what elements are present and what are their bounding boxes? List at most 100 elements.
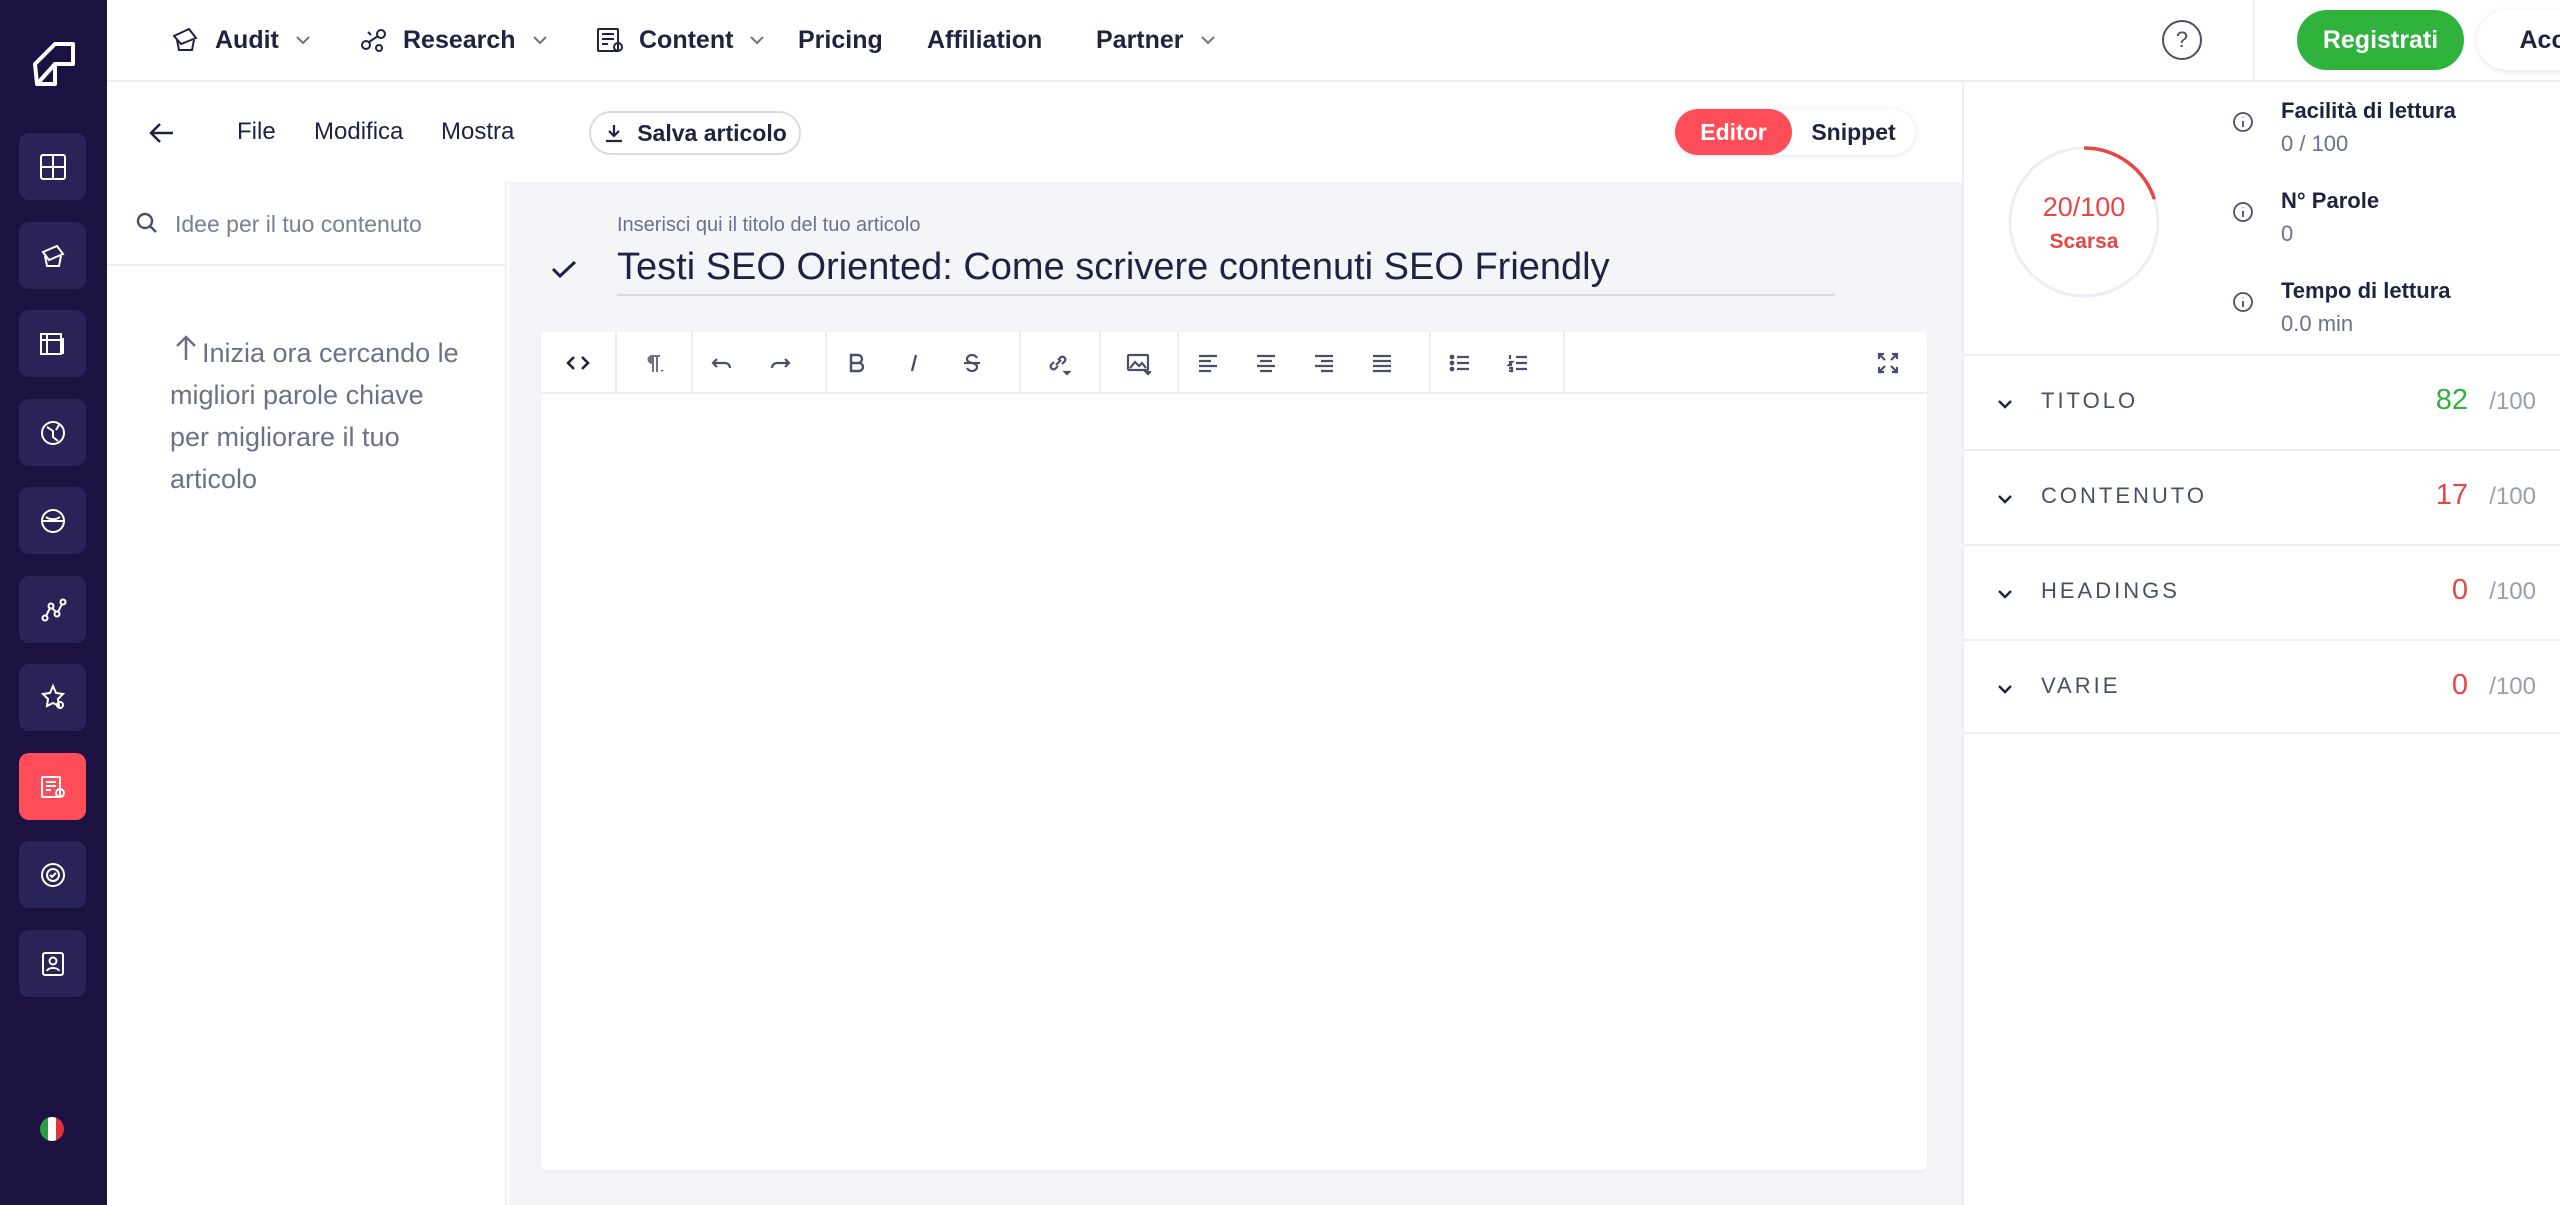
- sidebar-compass[interactable]: [19, 487, 86, 554]
- sidebar-content-grid[interactable]: [19, 310, 86, 377]
- info-icon[interactable]: [2231, 110, 2255, 134]
- sidebar-dashboard[interactable]: [19, 133, 86, 200]
- category-headings[interactable]: HEADINGS 0 /100: [1964, 544, 2560, 639]
- category-score: 82: [2435, 384, 2468, 416]
- view-toggle: Editor Snippet: [1675, 109, 1915, 155]
- ideas-hint-text: Inizia ora cercando le migliori parole c…: [170, 338, 459, 494]
- checkmark-icon: [551, 260, 577, 279]
- metric-readability-label: Facilità di lettura: [2281, 98, 2456, 123]
- category-max: /100: [2489, 578, 2536, 605]
- category-titolo[interactable]: TITOLO 82 /100: [1964, 354, 2560, 449]
- network-icon: [41, 598, 66, 621]
- bullet-list-button[interactable]: [1431, 332, 1489, 394]
- sidebar-target[interactable]: [19, 841, 86, 908]
- align-left-button[interactable]: [1179, 332, 1237, 394]
- article-title-input[interactable]: Testi SEO Oriented: Come scrivere conten…: [617, 246, 1835, 296]
- align-center-button[interactable]: [1237, 332, 1295, 394]
- strikethrough-icon: [964, 353, 980, 373]
- category-name: VARIE: [2041, 673, 2121, 698]
- category-max: /100: [2489, 483, 2536, 510]
- bullet-list-icon: [1449, 354, 1469, 372]
- register-button[interactable]: Registrati: [2297, 10, 2464, 70]
- category-varie[interactable]: VARIE 0 /100: [1964, 639, 2560, 734]
- bold-icon: [849, 353, 865, 373]
- sidebar-article-editor[interactable]: [19, 753, 86, 820]
- rich-text-editor[interactable]: [541, 332, 1927, 1170]
- italic-icon: [910, 354, 918, 372]
- fullscreen-button[interactable]: [1851, 332, 1925, 394]
- metric-reading-time-value: 0.0 min: [2281, 311, 2354, 336]
- download-icon: [606, 125, 623, 143]
- sidebar-star-settings[interactable]: [19, 664, 86, 731]
- category-max: /100: [2489, 673, 2536, 700]
- italic-button[interactable]: [885, 332, 943, 394]
- save-article-button[interactable]: Salva articolo: [589, 111, 801, 155]
- sidebar-audit[interactable]: [19, 222, 86, 289]
- sidebar-network[interactable]: [19, 576, 86, 643]
- nav-affiliation-label: Affiliation: [927, 25, 1043, 54]
- metric-word-count-label: N° Parole: [2281, 188, 2380, 213]
- image-button[interactable]: [1101, 332, 1175, 394]
- bold-button[interactable]: [827, 332, 885, 394]
- nav-affiliation[interactable]: Affiliation: [927, 0, 1042, 80]
- research-icon: [361, 29, 386, 52]
- sidebar-profile[interactable]: [19, 930, 86, 997]
- tab-snippet[interactable]: Snippet: [1792, 109, 1915, 155]
- align-right-button[interactable]: [1295, 332, 1353, 394]
- search-icon: [136, 212, 157, 233]
- source-code-button[interactable]: [541, 332, 615, 394]
- code-icon: [566, 356, 590, 370]
- editor-menubar: File Modifica Mostra Salva articolo Edit…: [107, 82, 1962, 182]
- align-right-icon: [1315, 354, 1333, 373]
- nav-audit-label: Audit: [215, 25, 279, 54]
- ideas-panel: Inizia ora cercando le migliori parole c…: [107, 182, 507, 1205]
- audit-icon: [40, 244, 65, 267]
- chevron-down-icon: [1998, 590, 2012, 599]
- compass-icon: [40, 508, 65, 533]
- sidebar-globe[interactable]: [19, 399, 86, 466]
- align-justify-button[interactable]: [1353, 332, 1411, 394]
- chevron-down-icon: [296, 36, 310, 45]
- nav-research[interactable]: Research: [357, 0, 550, 80]
- login-button[interactable]: Accedi: [2477, 10, 2560, 70]
- menu-file[interactable]: File: [237, 118, 276, 146]
- article-edit-icon: [40, 775, 65, 798]
- back-arrow-icon[interactable]: [147, 118, 177, 148]
- menu-modifica[interactable]: Modifica: [314, 118, 403, 146]
- metric-word-count-value: 0: [2281, 221, 2294, 246]
- nav-content[interactable]: Content: [593, 0, 767, 80]
- menu-mostra[interactable]: Mostra: [441, 118, 514, 146]
- category-contenuto[interactable]: CONTENUTO 17 /100: [1964, 449, 2560, 544]
- category-max: /100: [2489, 388, 2536, 415]
- undo-button[interactable]: [693, 332, 751, 394]
- link-button[interactable]: [1021, 332, 1095, 394]
- undo-icon: [711, 358, 732, 369]
- numbered-list-button[interactable]: [1489, 332, 1547, 394]
- nav-audit[interactable]: Audit: [169, 0, 313, 80]
- globe-icon: [40, 420, 65, 445]
- help-icon[interactable]: ?: [2162, 20, 2202, 60]
- info-icon[interactable]: [2231, 290, 2255, 314]
- ideas-search-input[interactable]: [175, 204, 495, 244]
- chevron-down-icon: [1200, 36, 1215, 45]
- logo-icon[interactable]: [25, 36, 81, 92]
- language-flag-icon[interactable]: [40, 1117, 64, 1141]
- nav-pricing[interactable]: Pricing: [798, 0, 883, 80]
- target-icon: [40, 862, 65, 887]
- numbered-list-icon: [1506, 355, 1527, 373]
- title-hint: Inserisci qui il titolo del tuo articolo: [617, 214, 921, 236]
- nav-partner[interactable]: Partner: [1096, 0, 1218, 80]
- tab-editor[interactable]: Editor: [1675, 109, 1792, 155]
- audit-icon: [172, 27, 198, 51]
- content-icon: [597, 28, 623, 52]
- chevron-down-icon: [1998, 400, 2012, 409]
- editor-area: Inserisci qui il titolo del tuo articolo…: [509, 182, 1962, 1205]
- paragraph-format-button[interactable]: [617, 332, 691, 394]
- redo-button[interactable]: [751, 332, 809, 394]
- metric-reading-time-label: Tempo di lettura: [2281, 278, 2451, 303]
- info-icon[interactable]: [2231, 200, 2255, 224]
- category-score: 17: [2435, 479, 2468, 511]
- strikethrough-button[interactable]: [943, 332, 1001, 394]
- chevron-down-icon: [750, 36, 765, 45]
- content-grid-icon: [39, 332, 64, 355]
